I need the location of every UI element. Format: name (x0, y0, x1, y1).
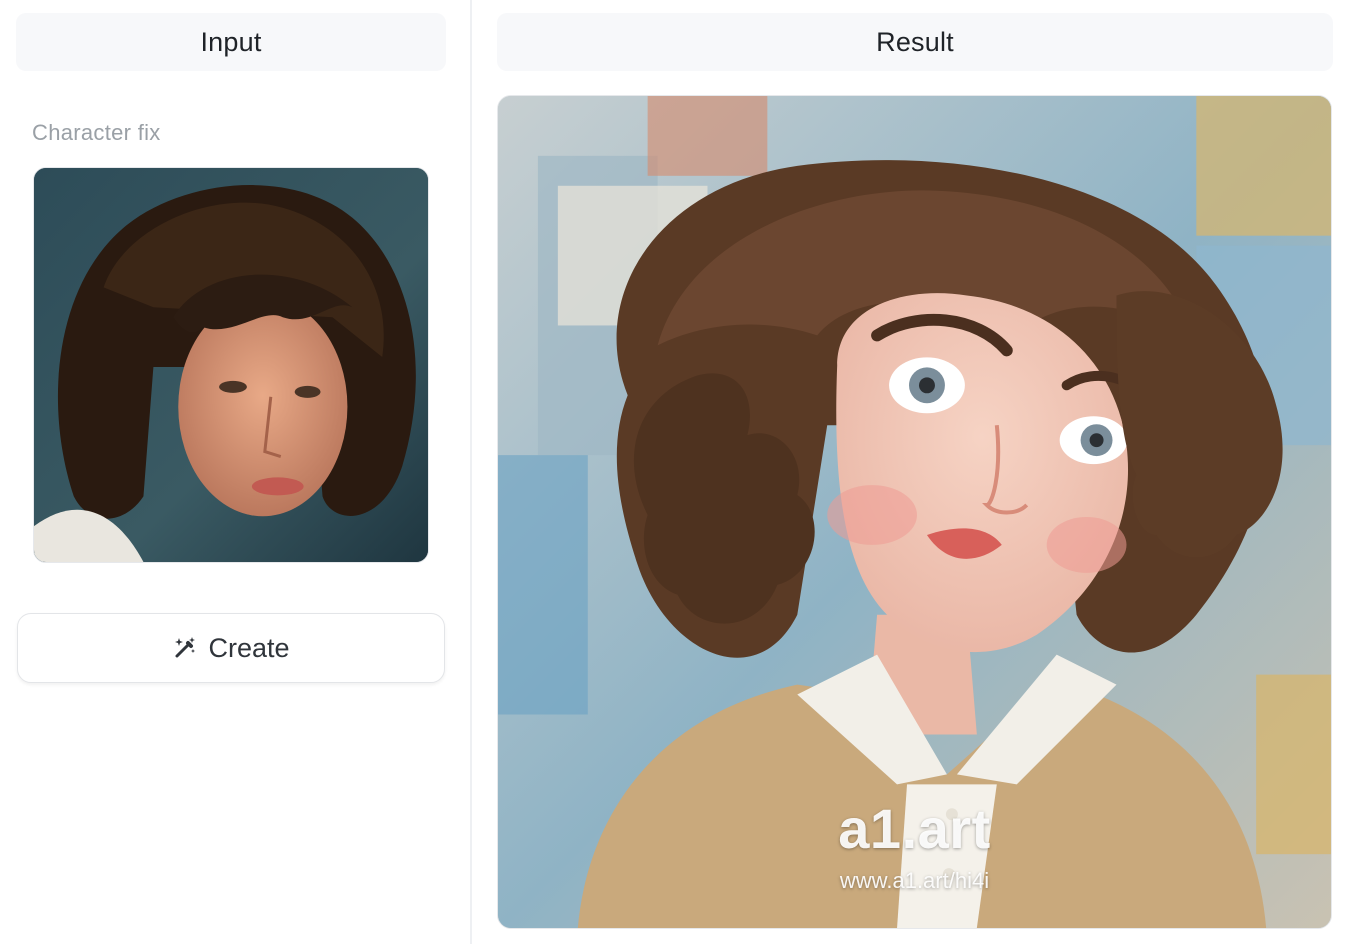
magic-wand-icon (172, 635, 198, 661)
result-image[interactable]: a1.art www.a1.art/hi4i (497, 95, 1332, 929)
input-panel: Input Character fix Create (0, 0, 470, 944)
create-button[interactable]: Create (17, 613, 445, 683)
input-photo-graphic (34, 168, 428, 562)
watermark-brand: a1.art (838, 797, 991, 860)
app-root: Input Character fix Create Result a1.art… (0, 0, 1346, 944)
create-button-label: Create (208, 632, 290, 663)
watermark-url: www.a1.art/hi4i (839, 868, 990, 893)
result-panel-header: Result (497, 13, 1333, 71)
input-image[interactable] (33, 167, 429, 563)
character-fix-label: Character fix (32, 120, 161, 145)
input-panel-header: Input (16, 13, 446, 71)
column-divider (470, 0, 472, 944)
